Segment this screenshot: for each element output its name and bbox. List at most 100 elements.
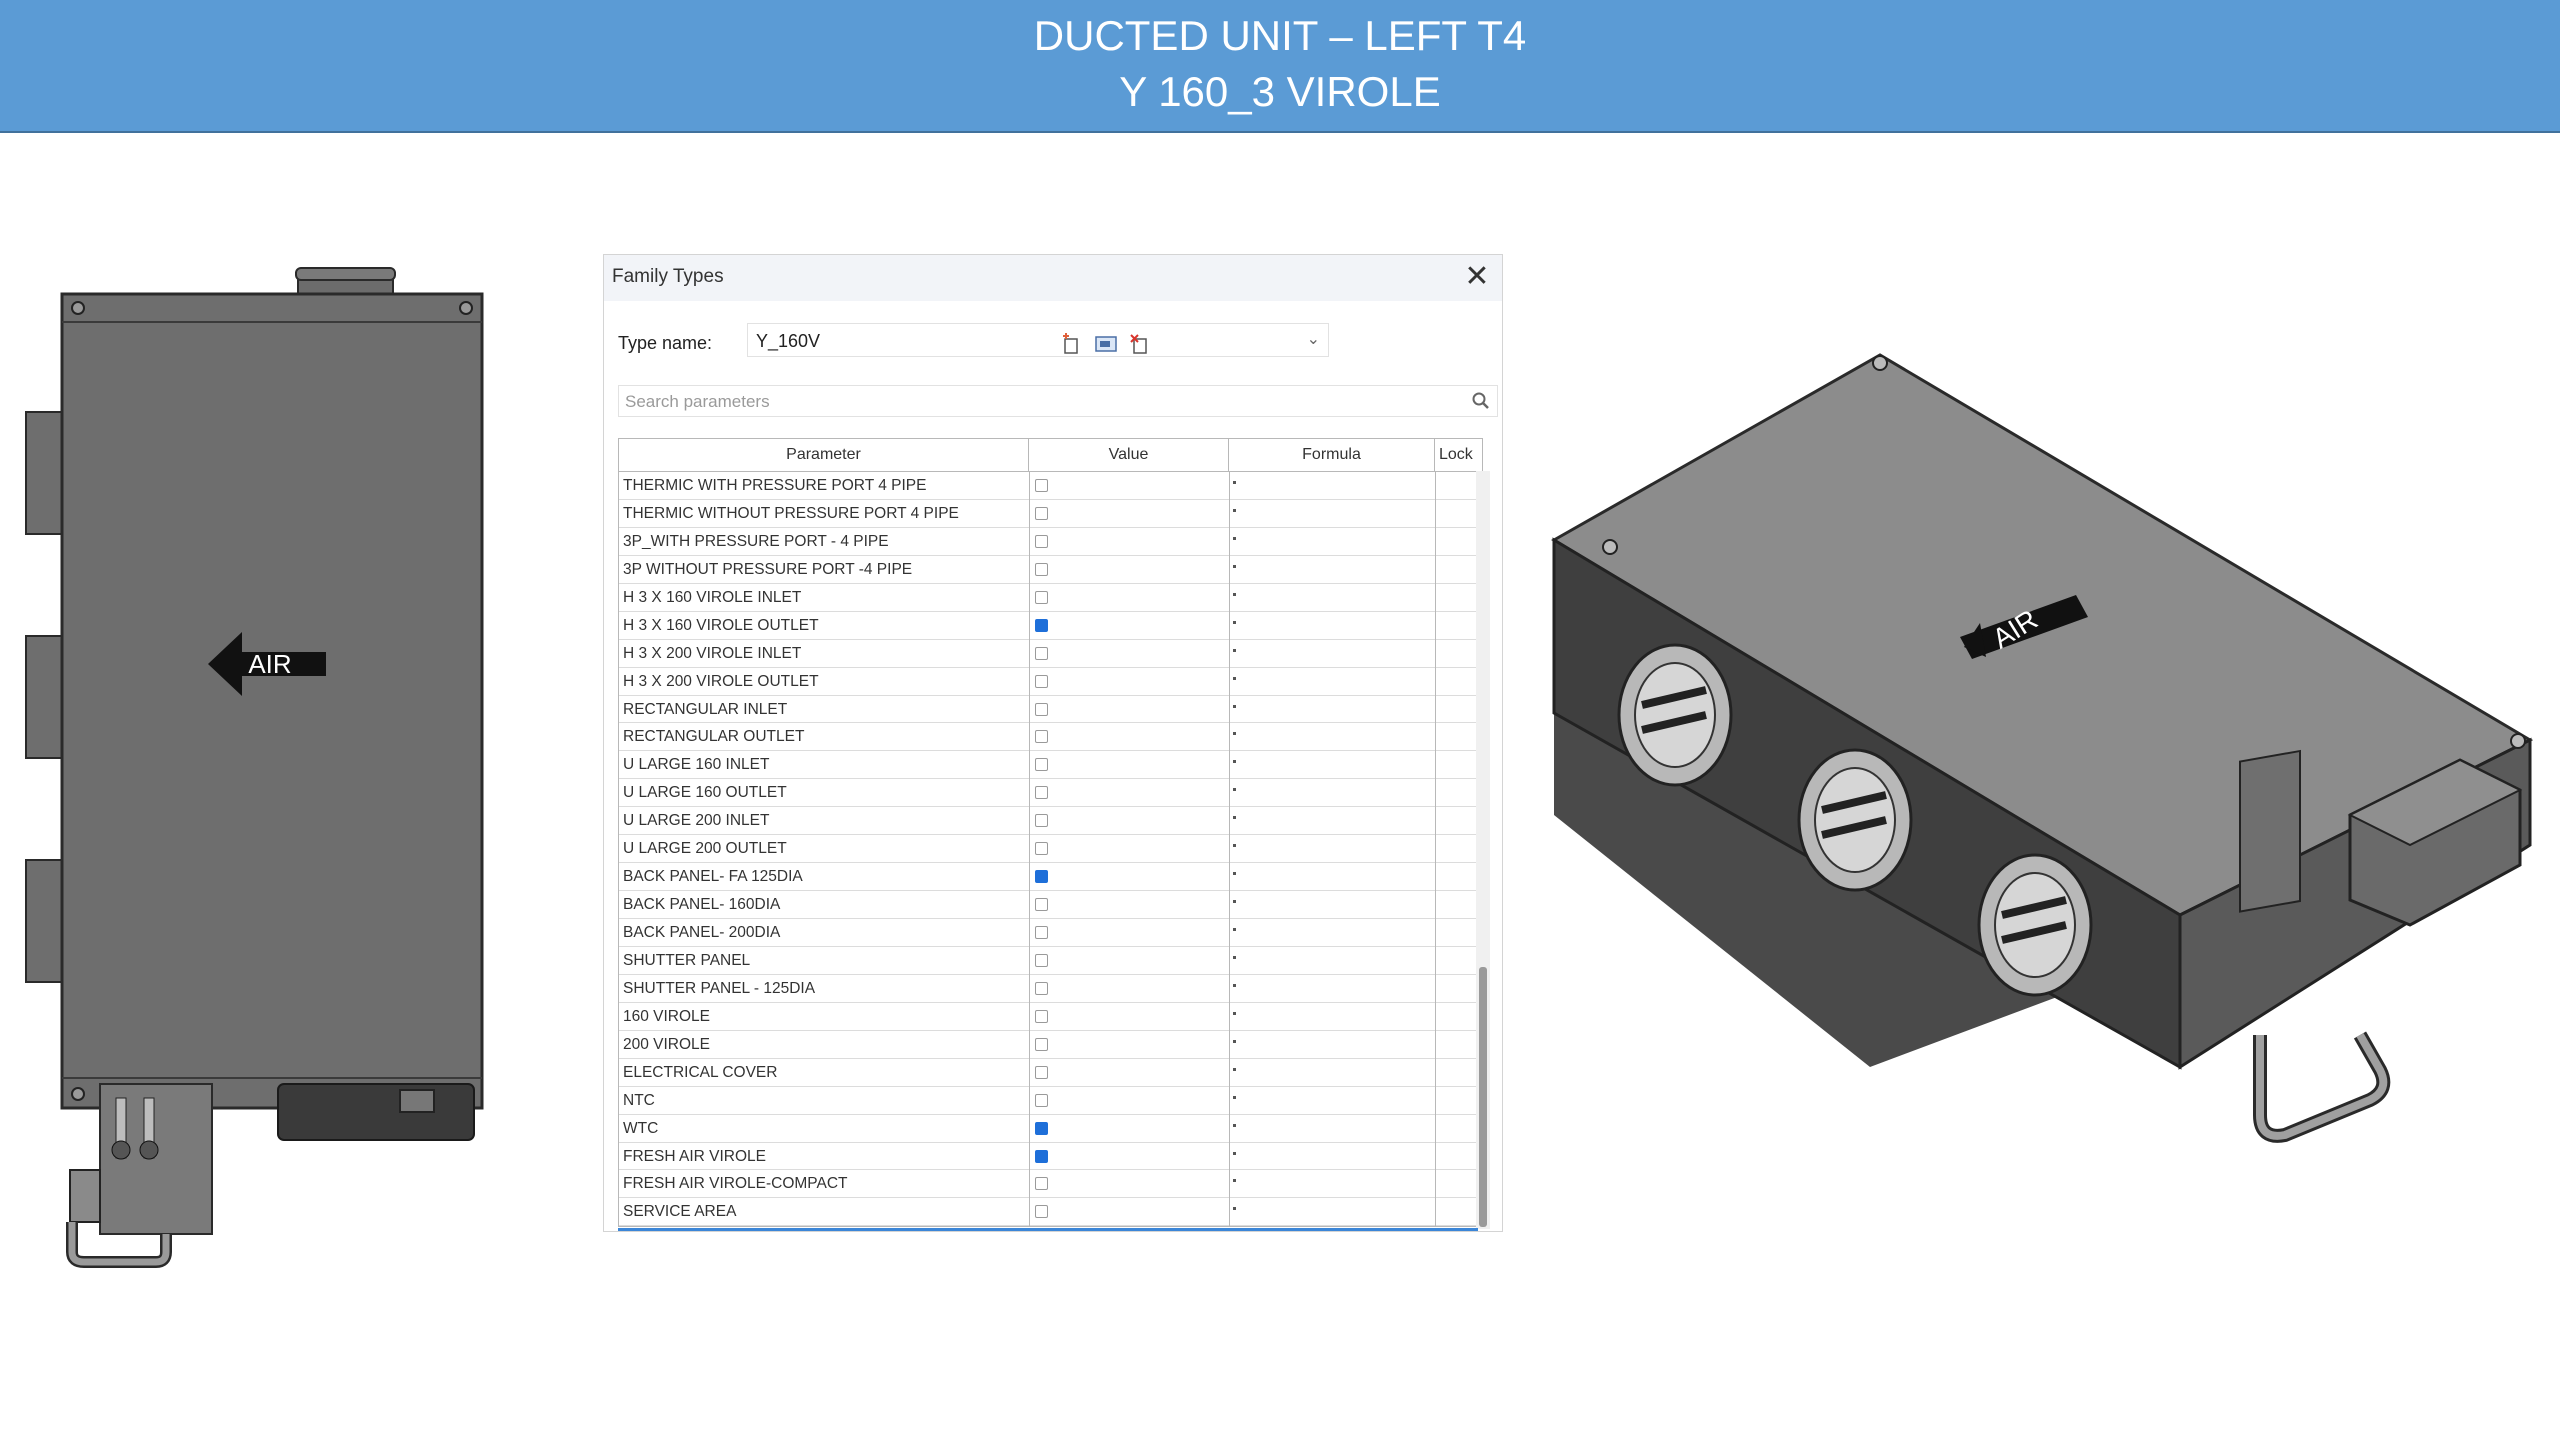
- table-row[interactable]: THERMIC WITHOUT PRESSURE PORT 4 PIPE: [619, 500, 1483, 528]
- formula-cell[interactable]: [1233, 928, 1236, 931]
- formula-cell[interactable]: [1233, 508, 1236, 512]
- value-checkbox[interactable]: [1035, 1065, 1048, 1079]
- value-checkbox[interactable]: [1035, 646, 1048, 660]
- formula-cell[interactable]: [1233, 620, 1236, 624]
- formula-cell[interactable]: [1233, 1095, 1236, 1099]
- value-checkbox[interactable]: [1035, 1177, 1048, 1191]
- value-checkbox[interactable]: [1035, 786, 1048, 800]
- formula-cell[interactable]: [1233, 983, 1236, 987]
- value-checkbox[interactable]: [1035, 1093, 1048, 1107]
- title-banner: DUCTED UNIT – LEFT T4 Y 160_3 VIROLE: [0, 0, 2560, 133]
- table-row[interactable]: THERMIC WITH PRESSURE PORT 4 PIPE: [619, 472, 1483, 500]
- formula-cell[interactable]: [1233, 872, 1236, 876]
- table-row[interactable]: U LARGE 200 OUTLET: [619, 835, 1483, 864]
- table-row[interactable]: 160 VIROLE: [619, 1003, 1483, 1031]
- scrollbar[interactable]: [1476, 471, 1490, 1229]
- formula-cell[interactable]: [1233, 955, 1236, 959]
- table-row[interactable]: BACK PANEL- FA 125DIA: [619, 863, 1483, 892]
- value-checkbox[interactable]: [1035, 1037, 1048, 1051]
- delete-type-icon[interactable]: [1126, 331, 1154, 357]
- search-icon[interactable]: [1471, 391, 1491, 411]
- formula-cell[interactable]: [1233, 1123, 1236, 1127]
- table-row[interactable]: RECTANGULAR INLET: [619, 696, 1483, 724]
- table-row[interactable]: 200 VIROLE: [619, 1031, 1483, 1059]
- formula-cell[interactable]: [1233, 816, 1236, 820]
- unit-front-view: AIR: [25, 267, 484, 1268]
- value-checkbox[interactable]: [1035, 674, 1048, 688]
- parameter-name: H 3 X 160 VIROLE OUTLET: [623, 616, 819, 634]
- value-checkbox[interactable]: [1035, 479, 1048, 492]
- table-row[interactable]: ELECTRICAL COVER: [619, 1059, 1483, 1087]
- column-header-formula[interactable]: Formula: [1229, 439, 1435, 471]
- column-header-lock[interactable]: Lock: [1435, 439, 1483, 471]
- formula-cell[interactable]: [1233, 648, 1236, 652]
- formula-cell[interactable]: [1233, 900, 1236, 904]
- formula-cell[interactable]: [1233, 1179, 1236, 1183]
- table-row[interactable]: H 3 X 200 VIROLE OUTLET: [619, 668, 1483, 696]
- rename-type-icon[interactable]: [1092, 331, 1120, 357]
- close-icon[interactable]: ✕: [1460, 259, 1494, 295]
- value-checkbox[interactable]: [1035, 953, 1048, 967]
- formula-cell[interactable]: [1233, 760, 1236, 764]
- table-row[interactable]: H 3 X 160 VIROLE INLET: [619, 584, 1483, 612]
- parameter-name: RECTANGULAR OUTLET: [623, 728, 805, 746]
- column-header-value[interactable]: Value: [1029, 439, 1229, 471]
- formula-cell[interactable]: [1233, 592, 1236, 596]
- value-checkbox[interactable]: [1035, 590, 1048, 604]
- value-checkbox[interactable]: [1035, 702, 1048, 716]
- formula-cell[interactable]: [1233, 481, 1236, 484]
- value-checkbox[interactable]: [1035, 926, 1048, 939]
- formula-cell[interactable]: [1233, 1067, 1236, 1071]
- table-row[interactable]: 3P WITHOUT PRESSURE PORT -4 PIPE: [619, 556, 1483, 584]
- table-row[interactable]: SHUTTER PANEL - 125DIA: [619, 975, 1483, 1003]
- table-row[interactable]: SHUTTER PANEL: [619, 947, 1483, 975]
- formula-cell[interactable]: [1233, 788, 1236, 792]
- search-parameters-input[interactable]: Search parameters: [618, 385, 1498, 417]
- new-type-icon[interactable]: [1057, 331, 1085, 357]
- formula-cell[interactable]: [1233, 1151, 1236, 1155]
- value-checkbox[interactable]: [1035, 1009, 1048, 1023]
- table-row[interactable]: BACK PANEL- 160DIA: [619, 891, 1483, 919]
- formula-cell[interactable]: [1233, 564, 1236, 568]
- scrollbar-thumb[interactable]: [1479, 967, 1487, 1227]
- value-checkbox[interactable]: [1035, 981, 1048, 995]
- table-row[interactable]: H 3 X 200 VIROLE INLET: [619, 640, 1483, 668]
- formula-cell[interactable]: [1233, 844, 1236, 848]
- value-checkbox[interactable]: [1035, 1149, 1048, 1163]
- table-row[interactable]: FRESH AIR VIROLE-COMPACT: [619, 1170, 1483, 1199]
- table-row[interactable]: WTC: [619, 1115, 1483, 1143]
- table-header: Parameter Value Formula Lock: [619, 439, 1483, 472]
- formula-cell[interactable]: [1233, 1039, 1236, 1043]
- value-checkbox[interactable]: [1035, 618, 1048, 632]
- table-row[interactable]: U LARGE 160 OUTLET: [619, 779, 1483, 808]
- table-row[interactable]: RECTANGULAR OUTLET: [619, 723, 1483, 752]
- formula-cell[interactable]: [1233, 704, 1236, 708]
- column-header-parameter[interactable]: Parameter: [619, 439, 1029, 471]
- value-checkbox[interactable]: [1035, 1205, 1048, 1219]
- value-checkbox[interactable]: [1035, 534, 1048, 548]
- table-row[interactable]: FRESH AIR VIROLE: [619, 1143, 1483, 1171]
- table-row[interactable]: SERVICE AREA: [619, 1198, 1483, 1227]
- value-checkbox[interactable]: [1035, 1121, 1048, 1135]
- table-row[interactable]: BACK PANEL- 200DIA: [619, 919, 1483, 947]
- value-checkbox[interactable]: [1035, 758, 1048, 772]
- value-checkbox[interactable]: [1035, 814, 1048, 828]
- formula-cell[interactable]: [1233, 1011, 1236, 1015]
- dialog-titlebar[interactable]: Family Types ✕: [604, 255, 1502, 301]
- value-checkbox[interactable]: [1035, 842, 1048, 856]
- table-row[interactable]: H 3 X 160 VIROLE OUTLET: [619, 612, 1483, 640]
- formula-cell[interactable]: [1233, 536, 1236, 540]
- value-checkbox[interactable]: [1035, 562, 1048, 576]
- value-checkbox[interactable]: [1035, 870, 1048, 884]
- value-checkbox[interactable]: [1035, 898, 1048, 912]
- table-row[interactable]: U LARGE 160 INLET: [619, 751, 1483, 780]
- formula-cell[interactable]: [1233, 732, 1236, 736]
- value-checkbox[interactable]: [1035, 730, 1048, 744]
- formula-cell[interactable]: [1233, 676, 1236, 680]
- type-name-dropdown[interactable]: Y_160V ⌄: [747, 323, 1329, 357]
- table-row[interactable]: NTC: [619, 1087, 1483, 1115]
- table-row[interactable]: 3P_WITH PRESSURE PORT - 4 PIPE: [619, 528, 1483, 556]
- table-row[interactable]: U LARGE 200 INLET: [619, 807, 1483, 836]
- formula-cell[interactable]: [1233, 1207, 1236, 1211]
- value-checkbox[interactable]: [1035, 506, 1048, 520]
